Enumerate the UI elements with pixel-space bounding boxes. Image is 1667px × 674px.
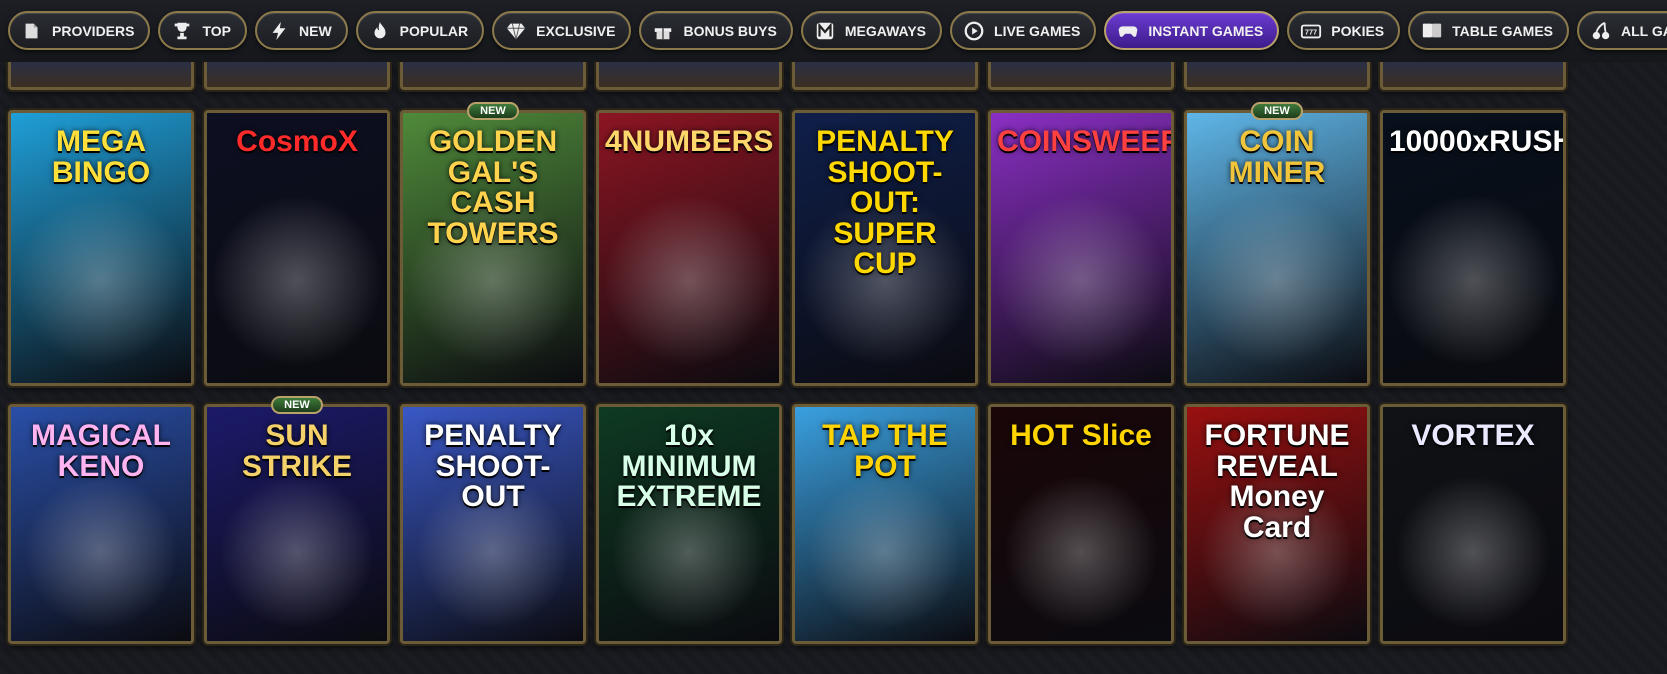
nav-new[interactable]: NEW (255, 11, 348, 50)
svg-text:777: 777 (1305, 27, 1317, 36)
game-title: MEGA BINGO (51, 125, 151, 189)
nav-all-games[interactable]: ALL GAMES (1577, 11, 1667, 50)
nav-bonus-buys[interactable]: BONUS BUYS (639, 11, 793, 50)
nav-label: LIVE GAMES (994, 22, 1081, 39)
game-tile[interactable]: COINSWEEPER (988, 110, 1174, 386)
instant-games-page: PROVIDERS TOP NEW POPULAR EXCLUSIVE BONUS BUY… (0, 0, 1667, 674)
new-badge: NEW (271, 396, 323, 414)
nav-label: ALL GAMES (1621, 22, 1667, 39)
game-title: CosmoX (236, 125, 358, 158)
game-tile-partial[interactable] (596, 58, 782, 90)
game-title: COINSWEEPER (997, 125, 1171, 158)
game-title: VORTEX (1411, 419, 1535, 452)
game-tile[interactable]: GOLDEN GAL'S CASH TOWERS (400, 110, 586, 386)
game-tile-partial[interactable] (204, 58, 390, 90)
gift-icon (651, 19, 675, 43)
nav-table-games[interactable]: TABLE GAMES (1408, 11, 1569, 50)
nav-pokies[interactable]: 777 POKIES (1287, 11, 1401, 50)
nav-label: BONUS BUYS (683, 22, 777, 39)
game-title: HOT Slice (1010, 419, 1152, 452)
megaways-icon (813, 19, 837, 43)
flame-icon (368, 19, 392, 43)
nav-label: TABLE GAMES (1452, 22, 1553, 39)
game-tile[interactable]: TAP THE POT (792, 404, 978, 644)
category-nav: PROVIDERS TOP NEW POPULAR EXCLUSIVE BONUS BUY… (0, 0, 1667, 62)
game-tile[interactable]: 4NUMBERS (596, 110, 782, 386)
game-title: 10000xRUSH (1389, 125, 1566, 158)
game-title: GOLDEN GAL'S CASH TOWERS (427, 125, 559, 250)
game-title: MAGICAL KENO (31, 419, 171, 483)
game-tile[interactable]: 10000xRUSH (1380, 110, 1566, 386)
nav-label: POPULAR (399, 22, 469, 39)
game-tile-partial[interactable] (1380, 58, 1566, 90)
new-badge: NEW (1251, 102, 1303, 120)
game-title: 4NUMBERS (605, 125, 774, 158)
game-title: FORTUNE REVEAL Money Card (1204, 419, 1350, 544)
nav-label: MEGAWAYS (844, 22, 927, 39)
nav-providers[interactable]: PROVIDERS (8, 11, 151, 50)
nav-live-games[interactable]: LIVE GAMES (950, 11, 1097, 50)
cards-icon (1420, 19, 1444, 43)
nav-label: POKIES (1331, 22, 1385, 39)
game-title: 10x MINIMUM EXTREME (616, 419, 762, 514)
nav-megaways[interactable]: MEGAWAYS (800, 11, 943, 50)
nav-label: INSTANT GAMES (1148, 22, 1264, 39)
nav-label: EXCLUSIVE (536, 22, 616, 39)
nav-popular[interactable]: POPULAR (355, 11, 485, 50)
game-tile[interactable]: HOT Slice (988, 404, 1174, 644)
providers-icon (20, 19, 44, 43)
slot-777-icon: 777 (1299, 19, 1323, 43)
game-tile[interactable]: VORTEX (1380, 404, 1566, 644)
game-tile-partial[interactable] (792, 58, 978, 90)
nav-exclusive[interactable]: EXCLUSIVE (492, 11, 632, 50)
new-badge: NEW (467, 102, 519, 120)
cherries-icon (1589, 19, 1613, 43)
game-tile[interactable]: PENALTY SHOOT-OUT: SUPER CUP (792, 110, 978, 386)
game-tile[interactable]: COIN MINER (1184, 110, 1370, 386)
game-tile[interactable]: SUN STRIKE (204, 404, 390, 644)
game-tile[interactable]: PENALTY SHOOT-OUT (400, 404, 586, 644)
nav-label: PROVIDERS (52, 22, 135, 39)
game-tile-partial[interactable] (8, 58, 194, 90)
nav-top[interactable]: TOP (158, 11, 247, 50)
nav-label: NEW (299, 22, 332, 39)
nav-instant-games[interactable]: INSTANT GAMES (1104, 11, 1280, 50)
game-title: COIN MINER (1228, 125, 1326, 189)
game-tile[interactable]: MAGICAL KENO (8, 404, 194, 644)
game-tile-partial[interactable] (988, 58, 1174, 90)
game-title: PENALTY SHOOT-OUT (424, 419, 562, 514)
game-tile-partial[interactable] (400, 58, 586, 90)
game-title: SUN STRIKE (241, 419, 352, 483)
lightning-icon (267, 19, 291, 43)
game-tile[interactable]: MEGA BINGO (8, 110, 194, 386)
game-title: TAP THE POT (822, 419, 948, 483)
game-tile[interactable]: FORTUNE REVEAL Money Card (1184, 404, 1370, 644)
game-tile[interactable]: 10x MINIMUM EXTREME (596, 404, 782, 644)
game-tile[interactable]: CosmoX (204, 110, 390, 386)
play-icon (962, 19, 986, 43)
trophy-icon (170, 19, 194, 43)
diamond-icon (504, 19, 528, 43)
game-title: PENALTY SHOOT-OUT: SUPER CUP (816, 125, 954, 281)
gamepad-icon (1116, 19, 1140, 43)
nav-label: TOP (202, 22, 231, 39)
game-tile-partial[interactable] (1184, 58, 1370, 90)
